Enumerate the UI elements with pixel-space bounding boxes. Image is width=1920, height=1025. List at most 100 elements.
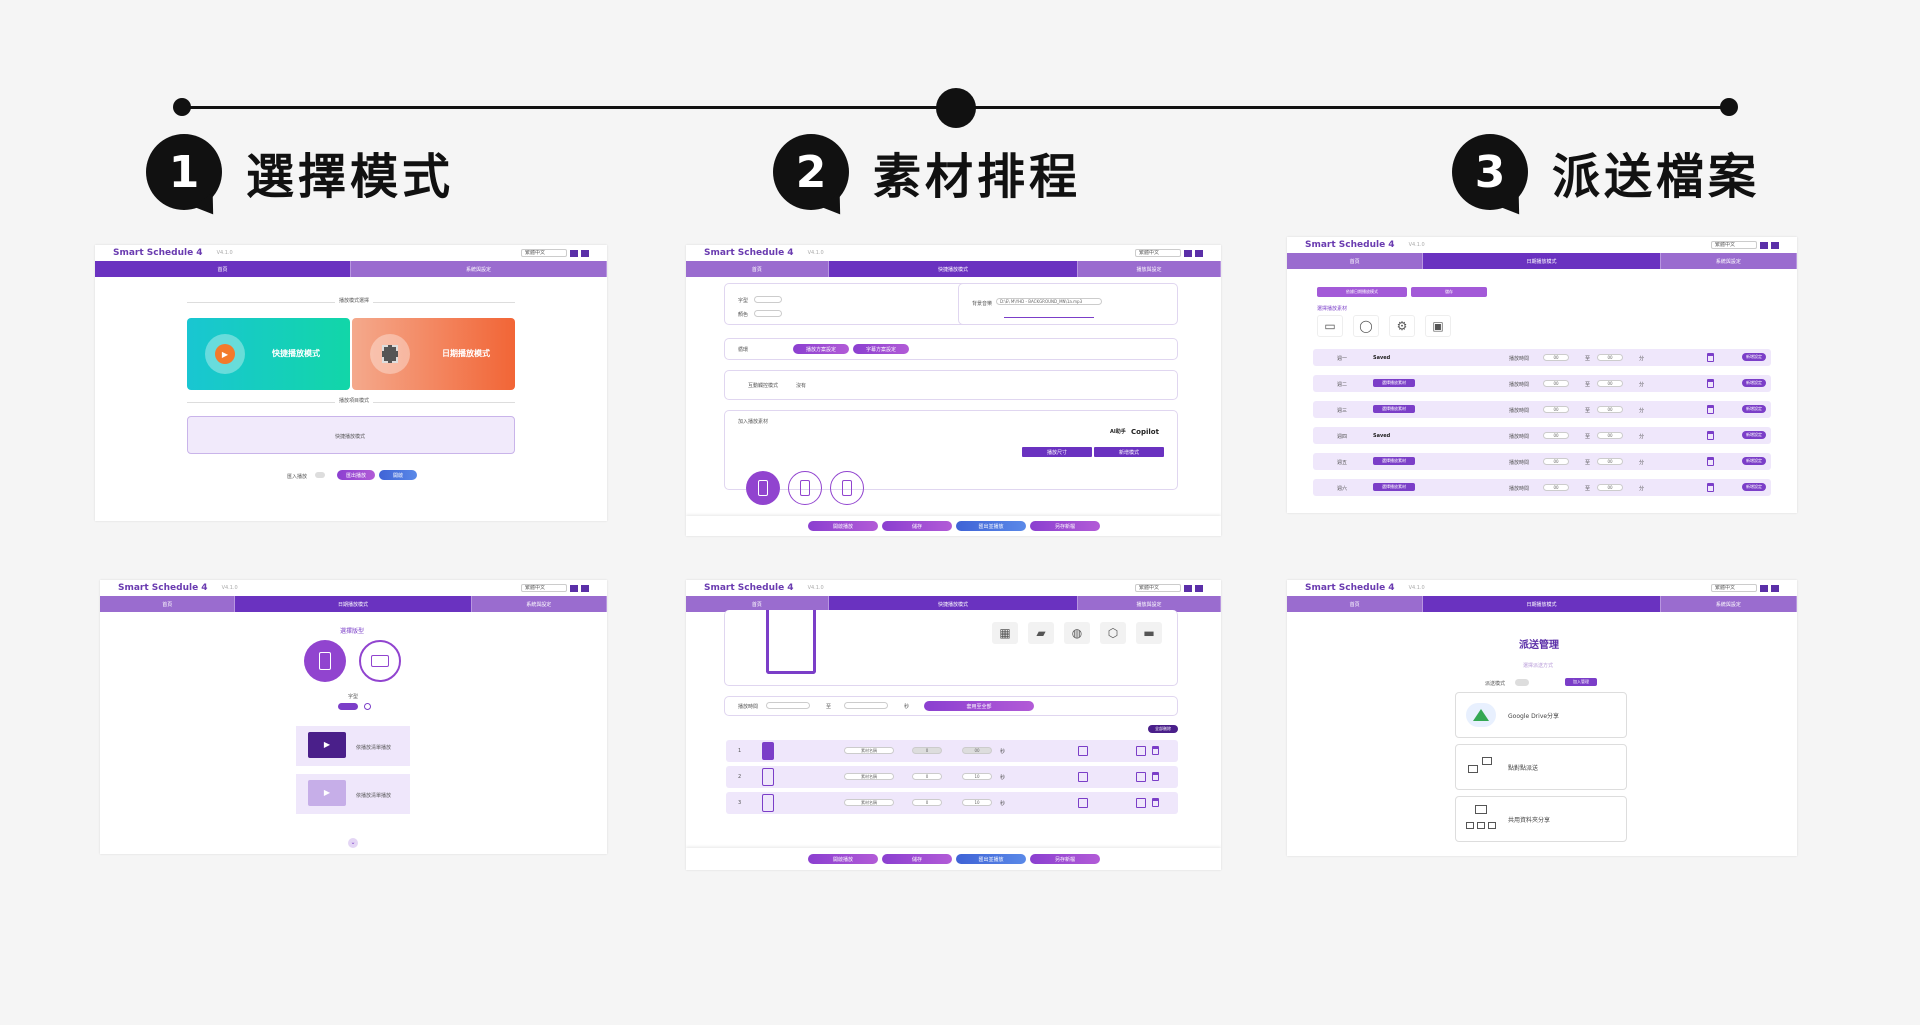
- nav-tab-daily-mode[interactable]: 日期播放模式: [1423, 253, 1661, 269]
- delete-icon[interactable]: [1707, 483, 1714, 492]
- close-icon[interactable]: [1195, 584, 1203, 592]
- language-select[interactable]: 繁體中文: [1711, 584, 1757, 592]
- calendar-icon[interactable]: ▭: [1317, 315, 1343, 337]
- row-start-time[interactable]: 00: [1543, 380, 1569, 387]
- volume-slider[interactable]: [1004, 317, 1094, 318]
- save-tab[interactable]: 儲存: [1411, 287, 1487, 297]
- delete-icon[interactable]: [1707, 353, 1714, 362]
- edit-icon[interactable]: [1136, 798, 1146, 808]
- row-mode-button[interactable]: 選擇播放素材: [1373, 483, 1415, 491]
- footer-save-button[interactable]: 儲存: [882, 854, 952, 864]
- apply-all-button[interactable]: 套用至全部: [924, 701, 1034, 711]
- nav-tab-home[interactable]: 首頁: [1287, 253, 1424, 269]
- mode-toggle[interactable]: [1515, 679, 1529, 686]
- language-select[interactable]: 繁體中文: [1135, 584, 1181, 592]
- row-min-field[interactable]: 0: [912, 773, 942, 780]
- delete-icon[interactable]: [1707, 457, 1714, 466]
- calendar-icon[interactable]: [1078, 746, 1088, 756]
- portrait-orientation-icon[interactable]: [304, 640, 346, 682]
- nav-tab-quick-mode[interactable]: 快捷播放模式: [828, 261, 1079, 277]
- add-management-button[interactable]: 加入管理: [1565, 678, 1597, 686]
- row-mode-button[interactable]: 選擇播放素材: [1373, 379, 1415, 387]
- minimize-icon[interactable]: [570, 584, 578, 592]
- row-mode-button[interactable]: 選擇播放素材: [1373, 457, 1415, 465]
- nav-tab-daily-mode[interactable]: 日期播放模式: [1423, 596, 1661, 612]
- grid-layout-icon[interactable]: ▦: [992, 622, 1018, 644]
- nav-tab-home[interactable]: 首頁: [1287, 596, 1424, 612]
- quick-mode-card[interactable]: ▶ 快捷播放模式: [187, 318, 350, 390]
- edit-icon[interactable]: [1136, 772, 1146, 782]
- language-select[interactable]: 繁體中文: [521, 249, 567, 257]
- html5-icon[interactable]: ⬡: [1100, 622, 1126, 644]
- nav-tab-home[interactable]: 首頁: [686, 261, 829, 277]
- delete-icon[interactable]: [1707, 431, 1714, 440]
- delete-icon[interactable]: [1152, 798, 1159, 807]
- row-end-time[interactable]: 00: [1597, 484, 1623, 491]
- row-name-field[interactable]: 素材名稱: [844, 773, 894, 780]
- split-layout-icon[interactable]: [788, 471, 822, 505]
- start-time-field[interactable]: [766, 702, 810, 709]
- close-icon[interactable]: [581, 584, 589, 592]
- import-toggle[interactable]: [315, 472, 325, 478]
- font-select[interactable]: [338, 703, 358, 710]
- export-button[interactable]: 匯出播放: [337, 470, 375, 480]
- schedule-settings-button[interactable]: 播放方案設定: [793, 344, 849, 354]
- close-icon[interactable]: [1195, 249, 1203, 257]
- nav-tab-settings[interactable]: 播放與設定: [1078, 261, 1221, 277]
- stream-icon[interactable]: ▬: [1136, 622, 1162, 644]
- row-add-button[interactable]: 新增設定: [1742, 379, 1766, 387]
- media-size-button[interactable]: 播放尺寸: [1022, 447, 1092, 457]
- footer-export-button[interactable]: 匯出並播放: [956, 854, 1026, 864]
- close-icon[interactable]: [581, 249, 589, 257]
- end-time-field[interactable]: [844, 702, 888, 709]
- row-add-button[interactable]: 新增設定: [1742, 353, 1766, 361]
- daily-mode-card[interactable]: 日期播放模式: [352, 318, 515, 390]
- globe-icon[interactable]: ◍: [1064, 622, 1090, 644]
- p2p-option[interactable]: 點對點派送: [1455, 744, 1627, 790]
- row-start-time[interactable]: 00: [1543, 432, 1569, 439]
- delete-all-button[interactable]: 全部刪除: [1148, 725, 1178, 733]
- language-select[interactable]: 繁體中文: [521, 584, 567, 592]
- row-start-time[interactable]: 00: [1543, 406, 1569, 413]
- nav-tab-settings[interactable]: 系統與設定: [1660, 253, 1797, 269]
- calendar-icon[interactable]: [1078, 798, 1088, 808]
- footer-saveas-button[interactable]: 另存新檔: [1030, 854, 1100, 864]
- open-button[interactable]: 開啟: [379, 470, 417, 480]
- row-end-time[interactable]: 00: [1597, 458, 1623, 465]
- nav-tab-daily-mode[interactable]: 日期播放模式: [235, 596, 472, 612]
- font-size-field[interactable]: [754, 296, 782, 303]
- add-mode-button[interactable]: 新增模式: [1094, 447, 1164, 457]
- info-icon[interactable]: [364, 703, 371, 710]
- minimize-icon[interactable]: [1184, 584, 1192, 592]
- minimize-icon[interactable]: [1760, 584, 1768, 592]
- delete-icon[interactable]: [1707, 379, 1714, 388]
- calendar-icon[interactable]: [1078, 772, 1088, 782]
- row-sec-field[interactable]: 10: [962, 799, 992, 806]
- shared-folder-option[interactable]: 共用資料夾分享: [1455, 796, 1627, 842]
- row-name-field[interactable]: 素材名稱: [844, 747, 894, 754]
- delete-icon[interactable]: [1707, 405, 1714, 414]
- landscape-orientation-icon[interactable]: [359, 640, 401, 682]
- row-start-time[interactable]: 00: [1543, 354, 1569, 361]
- settings-media-icon[interactable]: ⚙: [1389, 315, 1415, 337]
- nav-tab-settings[interactable]: 系統與設定: [471, 596, 607, 612]
- image-icon[interactable]: ▣: [1425, 315, 1451, 337]
- row-min-field[interactable]: 0: [912, 747, 942, 754]
- row-min-field[interactable]: 0: [912, 799, 942, 806]
- row-add-button[interactable]: 新增設定: [1742, 431, 1766, 439]
- row-end-time[interactable]: 00: [1597, 380, 1623, 387]
- color-field[interactable]: [754, 310, 782, 317]
- subtitle-settings-button[interactable]: 字幕方案設定: [853, 344, 909, 354]
- nav-tab-home[interactable]: 首頁: [95, 261, 351, 277]
- row-mode-button[interactable]: 選擇播放素材: [1373, 405, 1415, 413]
- delete-icon[interactable]: [1152, 746, 1159, 755]
- nav-tab-settings[interactable]: 系統與設定: [351, 261, 607, 277]
- bgm-file-field[interactable]: D:\E\ M\YHD - BACKGROUND_MN\1a.mp3: [996, 298, 1102, 305]
- clock-icon[interactable]: ◯: [1353, 315, 1379, 337]
- row-end-time[interactable]: 00: [1597, 354, 1623, 361]
- scroll-down-icon[interactable]: ⌄: [348, 838, 358, 848]
- delete-icon[interactable]: [1152, 772, 1159, 781]
- folder-icon[interactable]: ▰: [1028, 622, 1054, 644]
- footer-open-button[interactable]: 開啟播放: [808, 854, 878, 864]
- footer-export-button[interactable]: 匯出並播放: [956, 521, 1026, 531]
